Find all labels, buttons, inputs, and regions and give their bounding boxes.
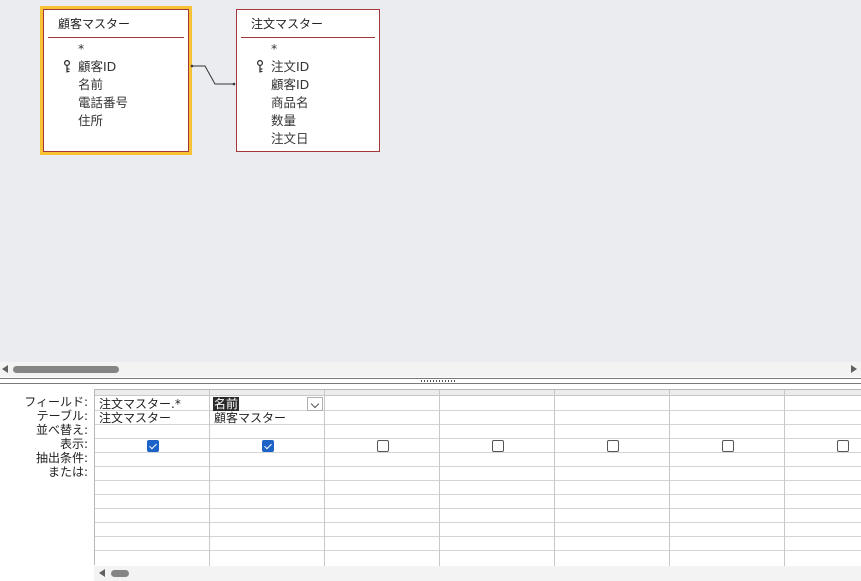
show-checkbox[interactable] [262,440,274,452]
column-selector[interactable] [210,390,324,396]
field-product-name[interactable]: 商品名 [237,94,379,112]
field-all[interactable]: * [44,40,188,58]
show-checkbox[interactable] [377,440,389,452]
scrollbar-thumb[interactable] [13,366,119,373]
field-label: 数量 [271,113,297,128]
column-selector[interactable] [95,390,209,396]
field-label: 注文日 [271,131,309,146]
query-design-grid: フィールド: テーブル: 並べ替え: 表示: 抽出条件: または: 注文マスター… [0,385,861,581]
show-checkbox[interactable] [607,440,619,452]
table-cell[interactable]: 注文マスター [99,411,171,425]
field-dropdown-chevron-icon[interactable] [307,397,323,411]
row-label-criteria: 抽出条件: [35,451,88,465]
grid-horizontal-scrollbar[interactable] [94,566,861,581]
column-selector[interactable] [440,390,554,396]
grid-row-labels: フィールド: テーブル: 並べ替え: 表示: 抽出条件: または: [0,395,94,479]
field-label: 顧客ID [271,77,310,92]
table-customer-master[interactable]: 顧客マスター * 顧客ID 名前 電話番号 住所 [40,6,192,155]
row-label-table: テーブル: [36,409,88,423]
field-all[interactable]: * [237,40,379,58]
query-design-canvas[interactable]: 顧客マスター * 顧客ID 名前 電話番号 住所 注文マスター * 注文ID 顧… [0,0,861,362]
grid-column-4[interactable] [440,390,555,566]
field-phone[interactable]: 電話番号 [44,94,188,112]
grid-column-5[interactable] [555,390,670,566]
field-name[interactable]: 名前 [44,76,188,94]
scrollbar-thumb[interactable] [111,570,129,577]
field-label: 名前 [78,77,104,92]
row-label-field: フィールド: [24,395,88,409]
diagram-horizontal-scrollbar[interactable] [0,362,861,377]
table-order-master[interactable]: 注文マスター * 注文ID 顧客ID 商品名 数量 注文日 [236,9,380,152]
table-title[interactable]: 顧客マスター [48,10,184,38]
field-order-date[interactable]: 注文日 [237,130,379,148]
show-checkbox[interactable] [147,440,159,452]
show-checkbox[interactable] [722,440,734,452]
row-label-or: または: [47,465,88,479]
show-checkbox[interactable] [837,440,849,452]
field-label: * [271,41,278,56]
field-label: * [78,41,85,56]
field-customer-id[interactable]: 顧客ID [237,76,379,94]
row-label-show: 表示: [59,437,88,451]
grid-column-6[interactable] [670,390,785,566]
scroll-right-icon[interactable] [851,365,857,373]
column-selector[interactable] [325,390,439,396]
field-address[interactable]: 住所 [44,112,188,130]
grid-column-7[interactable] [785,390,861,566]
field-label: 商品名 [271,95,309,110]
column-selector[interactable] [670,390,784,396]
grid-column-3[interactable] [325,390,440,566]
selected-field-text[interactable]: 名前 [213,397,240,411]
field-order-id[interactable]: 注文ID [237,58,379,76]
key-icon [63,60,71,73]
field-label: 電話番号 [78,95,129,110]
field-customer-id[interactable]: 顧客ID [44,58,188,76]
scroll-left-icon[interactable] [2,365,8,373]
grid-columns[interactable]: 注文マスター.* 注文マスター 名前 顧客マスター [94,389,861,566]
field-cell[interactable]: 名前 [213,397,240,411]
grid-column-2[interactable]: 名前 顧客マスター [210,390,325,566]
row-label-sort: 並べ替え: [35,423,88,437]
scroll-left-icon[interactable] [99,569,105,577]
field-label: 注文ID [271,59,310,74]
show-checkbox[interactable] [492,440,504,452]
field-label: 顧客ID [78,59,117,74]
table-title[interactable]: 注文マスター [241,10,375,38]
key-icon [256,60,264,73]
splitter-grip-icon[interactable] [421,380,455,382]
column-selector[interactable] [785,390,861,396]
grid-column-1[interactable]: 注文マスター.* 注文マスター [95,390,210,566]
field-label: 住所 [78,113,104,128]
table-cell[interactable]: 顧客マスター [214,411,286,425]
field-cell[interactable]: 注文マスター.* [99,397,181,411]
field-quantity[interactable]: 数量 [237,112,379,130]
pane-splitter[interactable] [0,378,861,384]
column-selector[interactable] [555,390,669,396]
relationship-line[interactable] [189,60,239,90]
